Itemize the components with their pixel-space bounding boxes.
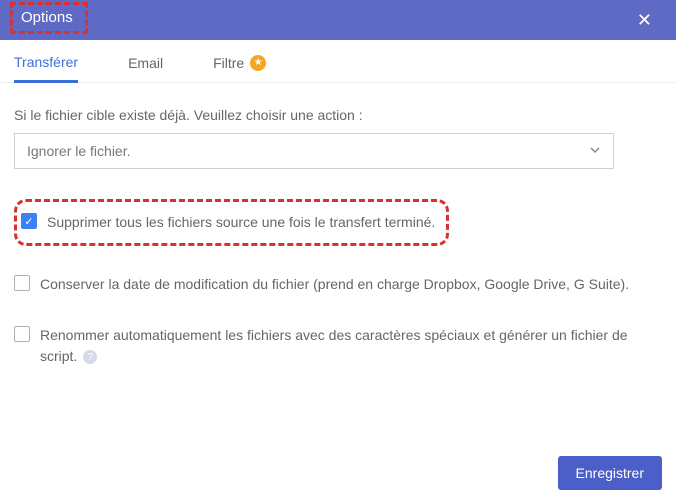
tab-content: Si le fichier cible existe déjà. Veuille… <box>0 83 676 383</box>
checkbox-rename[interactable] <box>14 326 30 342</box>
select-value: Ignorer le fichier. <box>27 143 131 159</box>
option-rename: Renommer automatiquement les fichiers av… <box>14 323 662 369</box>
option-label: Supprimer tous les fichiers source une f… <box>47 212 435 233</box>
action-select[interactable]: Ignorer le fichier. <box>14 133 614 169</box>
tab-label: Transférer <box>14 54 78 70</box>
tab-filter[interactable]: Filtre ★ <box>213 54 266 82</box>
option-delete-source-highlight: ✓ Supprimer tous les fichiers source une… <box>14 199 449 246</box>
dialog-title: Options <box>21 9 73 26</box>
star-icon: ★ <box>250 55 266 71</box>
action-prompt: Si le fichier cible existe déjà. Veuille… <box>14 107 662 123</box>
close-icon: ✕ <box>637 10 652 30</box>
option-label: Conserver la date de modification du fic… <box>40 274 629 295</box>
tab-label: Filtre <box>213 55 244 71</box>
tab-bar: Transférer Email Filtre ★ <box>0 40 676 83</box>
tab-email[interactable]: Email <box>128 54 163 82</box>
checkbox-delete-source[interactable]: ✓ <box>21 213 37 229</box>
checkbox-keep-date[interactable] <box>14 275 30 291</box>
dialog-footer: Enregistrer <box>558 456 662 490</box>
option-label: Renommer automatiquement les fichiers av… <box>40 325 662 367</box>
title-highlight: Options <box>10 2 88 34</box>
dialog-header: Options ✕ <box>0 0 676 40</box>
tab-transfer[interactable]: Transférer <box>14 54 78 83</box>
chevron-down-icon <box>589 143 601 159</box>
option-keep-date: Conserver la date de modification du fic… <box>14 272 662 297</box>
tab-label: Email <box>128 55 163 71</box>
option-text: Renommer automatiquement les fichiers av… <box>40 327 628 364</box>
close-button[interactable]: ✕ <box>629 6 660 35</box>
save-button[interactable]: Enregistrer <box>558 456 662 490</box>
help-icon[interactable]: ? <box>83 350 97 364</box>
